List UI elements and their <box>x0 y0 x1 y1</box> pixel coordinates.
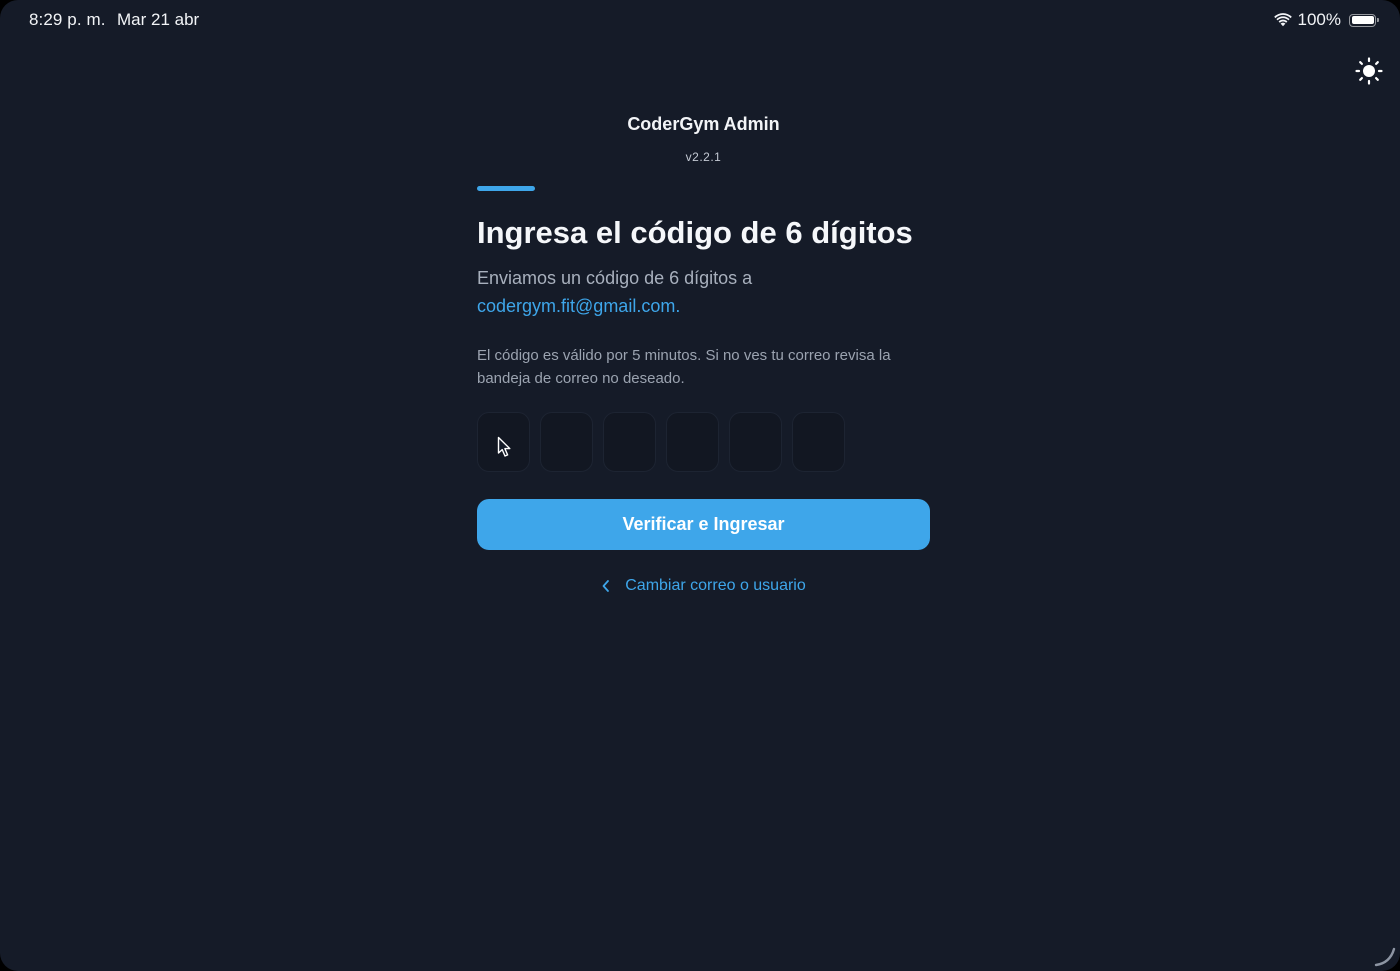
status-time: 8:29 p. m. <box>29 10 106 29</box>
verification-form: CoderGym Admin v2.2.1 Ingresa el código … <box>477 110 930 595</box>
battery-fill <box>1351 16 1374 24</box>
battery-icon <box>1349 13 1379 27</box>
code-digit-6[interactable] <box>792 412 845 472</box>
theme-toggle-button[interactable] <box>1354 56 1384 86</box>
login-screen: 8:29 p. m. Mar 21 abr 100% CoderGym Admi… <box>0 0 1400 971</box>
mouse-pointer-icon <box>497 436 511 457</box>
page-heading: Ingresa el código de 6 dígitos <box>477 215 913 250</box>
code-digit-5[interactable] <box>729 412 782 472</box>
sun-icon <box>1355 57 1383 85</box>
verify-button[interactable]: Verificar e Ingresar <box>477 499 930 550</box>
battery-tip <box>1377 18 1379 22</box>
status-right: 100% <box>1273 10 1379 30</box>
resize-handle-icon <box>1374 947 1396 967</box>
email-address: codergym.fit@gmail.com. <box>477 296 681 316</box>
wifi-icon <box>1273 13 1292 27</box>
code-digit-3[interactable] <box>603 412 656 472</box>
app-version: v2.2.1 <box>685 150 722 164</box>
subtitle-text: Enviamos un código de 6 dígitos a <box>477 268 753 288</box>
accent-bar <box>477 186 535 191</box>
code-input-group <box>477 412 930 472</box>
validity-note: El código es válido por 5 minutos. Si no… <box>477 347 891 387</box>
app-title: CoderGym Admin <box>627 114 780 134</box>
code-digit-2[interactable] <box>540 412 593 472</box>
chevron-left-icon <box>602 580 610 592</box>
subtitle: Enviamos un código de 6 dígitos a coderg… <box>477 264 930 320</box>
status-bar: 8:29 p. m. Mar 21 abr 100% <box>0 0 1400 40</box>
change-account-link[interactable]: Cambiar correo o usuario <box>477 577 930 595</box>
code-digit-4[interactable] <box>666 412 719 472</box>
battery-percent: 100% <box>1297 10 1341 29</box>
change-account-label: Cambiar correo o usuario <box>625 577 806 594</box>
status-date: Mar 21 abr <box>117 10 200 29</box>
